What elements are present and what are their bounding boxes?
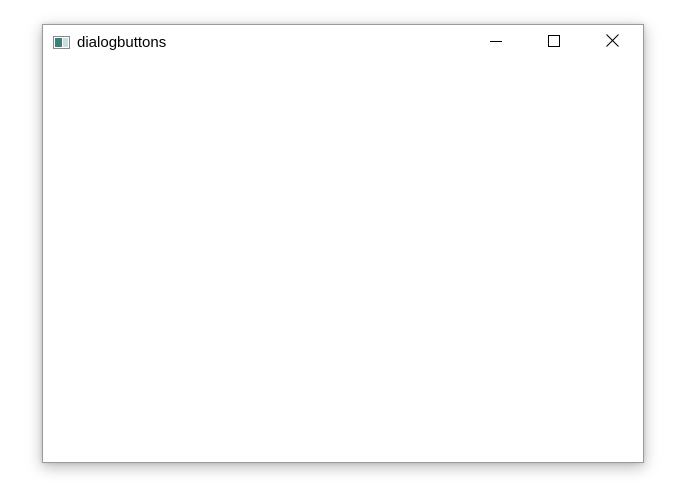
close-button[interactable] <box>583 25 641 61</box>
close-icon <box>605 34 619 52</box>
title-bar[interactable]: dialogbuttons <box>43 25 643 61</box>
maximize-icon <box>548 34 560 52</box>
window-client-area <box>43 61 643 462</box>
minimize-icon <box>490 34 502 52</box>
app-window-icon <box>53 36 70 49</box>
minimize-button[interactable] <box>467 25 525 61</box>
window-title: dialogbuttons <box>77 34 167 51</box>
maximize-button[interactable] <box>525 25 583 61</box>
dialog-window: dialogbuttons <box>42 24 644 463</box>
desktop: dialogbuttons <box>0 0 695 485</box>
